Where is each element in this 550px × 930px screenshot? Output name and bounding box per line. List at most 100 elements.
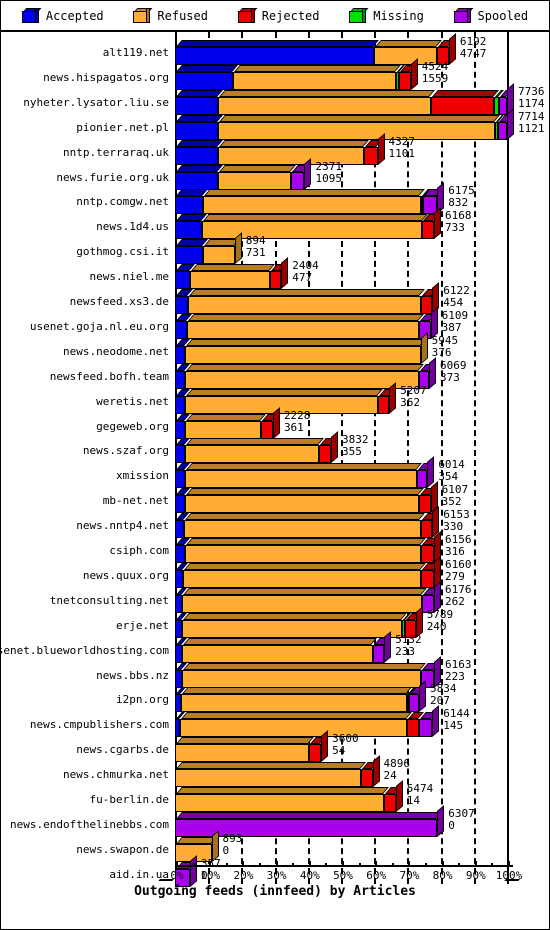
legend-label: Accepted xyxy=(45,8,104,23)
bar-segment-accepted xyxy=(175,538,190,563)
bar-segment-refused xyxy=(184,413,267,439)
bar-row: 5789 240 xyxy=(175,605,549,639)
bar-row: 5474 14 xyxy=(175,780,549,813)
bar-segment-refused xyxy=(182,587,428,613)
bar-row: 6175 832 xyxy=(175,182,549,215)
bar-segment-rejected xyxy=(422,214,439,240)
bar-end-cap xyxy=(448,33,456,65)
bar-end-cap xyxy=(410,58,418,90)
bar-segment-top xyxy=(183,562,426,570)
x-axis-tick-60 xyxy=(375,861,378,867)
bar-value-labels: 6176 262 xyxy=(442,583,472,608)
bar-segment-top xyxy=(204,189,426,197)
bar-segment-spooled xyxy=(497,114,512,140)
bar-value-labels: 6160 279 xyxy=(442,558,472,583)
bar-segment-rejected xyxy=(420,538,439,563)
y-axis-label: mb-net.net xyxy=(102,494,169,508)
bar-row: 6160 279 xyxy=(175,556,549,589)
bars-container: 6192 4747 4524 1559 7736 1174 7714 1121 4327 1101… xyxy=(175,32,549,887)
bar-value-secondary: 54 xyxy=(332,744,346,758)
x-axis-tick-label: 10% xyxy=(200,869,221,882)
cube-icon xyxy=(21,8,42,23)
x-axis-tick-label: 50% xyxy=(333,869,353,882)
bar-end-cap xyxy=(433,207,441,240)
bar-segment-rejected xyxy=(420,562,439,588)
legend-label: Rejected xyxy=(261,8,320,23)
bar-segment-top xyxy=(183,587,428,595)
bar-segment-top xyxy=(219,139,370,147)
x-axis-tick-label: 20% xyxy=(233,869,254,882)
bar-value-secondary: 1559 xyxy=(421,71,449,85)
bar-row: 5132 233 xyxy=(175,630,549,664)
bar-segment-refused xyxy=(218,164,297,190)
x-axis-minor-tick xyxy=(358,863,361,867)
bar-value-secondary: 362 xyxy=(400,395,420,409)
y-axis-label: news.bbs.nz xyxy=(96,668,169,682)
y-axis-label: tnetconsulting.net xyxy=(49,593,169,607)
bar-segment-refused xyxy=(184,513,426,539)
bar-segment-refused xyxy=(184,538,426,563)
x-axis-minor-tick xyxy=(325,863,328,867)
bar-value-secondary: 1101 xyxy=(388,146,416,160)
x-axis-tick-20 xyxy=(242,861,245,867)
bar-value-secondary: 4747 xyxy=(459,47,487,60)
x-axis-minor-tick xyxy=(391,863,394,867)
bar-segment-top xyxy=(187,313,424,321)
bar-segment-refused xyxy=(182,637,378,663)
bar-value-secondary: 223 xyxy=(444,669,465,683)
bar-value-secondary: 14 xyxy=(406,794,421,807)
bar-segment-rejected xyxy=(384,787,401,812)
legend-entry-refused: Refused xyxy=(133,8,208,23)
bar-value-labels: 2404 477 xyxy=(289,260,319,284)
bar-segment-rejected xyxy=(420,289,438,314)
bar-segment-top xyxy=(219,89,436,97)
bar-value-secondary: 279 xyxy=(444,569,465,583)
y-axis-label: i2pn.org xyxy=(116,693,169,707)
bar-value-secondary: 477 xyxy=(292,271,313,285)
bar-segment-refused xyxy=(175,762,366,788)
bar-segment-refused xyxy=(182,612,408,638)
bar-segment-refused xyxy=(218,139,370,165)
bar-segment-refused xyxy=(188,289,426,314)
bar-row: 4327 1101 xyxy=(175,132,549,166)
x-axis-tick-label: 30% xyxy=(266,869,287,882)
bar-value-secondary: 1174 xyxy=(518,96,545,110)
bar-value-labels: 3600 54 xyxy=(329,733,359,757)
bar-value-secondary: 233 xyxy=(395,644,416,658)
bar-segment-refused xyxy=(203,189,426,215)
bar-segment-rejected xyxy=(364,139,383,165)
bar-end-cap xyxy=(419,680,427,713)
bar-segment-accepted xyxy=(175,89,224,115)
bar-value-labels: 6163 223 xyxy=(442,658,472,683)
bar-segment-refused xyxy=(180,687,413,713)
bar-segment-spooled xyxy=(498,89,512,115)
bar-value-primary: 5789 xyxy=(426,607,454,621)
bar-end-cap xyxy=(432,705,440,738)
bar-value-secondary: 731 xyxy=(245,246,266,260)
y-axis-label: alt119.net xyxy=(102,46,169,59)
x-axis-tick-50 xyxy=(342,861,344,867)
x-axis-minor-tick xyxy=(259,863,261,867)
cube-icon xyxy=(133,8,153,23)
bar-row: 5207 362 xyxy=(175,381,549,415)
bar-segment-accepted xyxy=(175,662,187,688)
x-axis-minor-tick xyxy=(292,863,295,867)
bar-value-labels: 5207 362 xyxy=(397,384,427,409)
bar-segment-refused xyxy=(184,338,426,364)
bar-value-secondary: 354 xyxy=(438,470,459,484)
bar-value-labels: 5834 207 xyxy=(427,683,457,707)
cube-icon xyxy=(237,8,258,23)
legend-entry-missing: Missing xyxy=(349,8,424,23)
x-axis-tick-label: 80% xyxy=(432,869,453,882)
bar-segment-refused xyxy=(233,64,401,90)
bar-value-labels: 6107 352 xyxy=(439,484,469,508)
y-axis-label: news.1d4.us xyxy=(96,220,169,234)
y-axis-label: newsfeed.bofh.team xyxy=(49,369,169,383)
bar-segment-accepted xyxy=(175,214,207,240)
bar-row: 5834 207 xyxy=(175,680,549,713)
bar-segment-accepted xyxy=(175,164,224,190)
x-axis-tick-label: 100% xyxy=(495,869,523,882)
bar-segment-refused xyxy=(175,737,315,763)
bar-end-cap xyxy=(304,157,312,190)
bar-segment-refused xyxy=(186,313,424,339)
